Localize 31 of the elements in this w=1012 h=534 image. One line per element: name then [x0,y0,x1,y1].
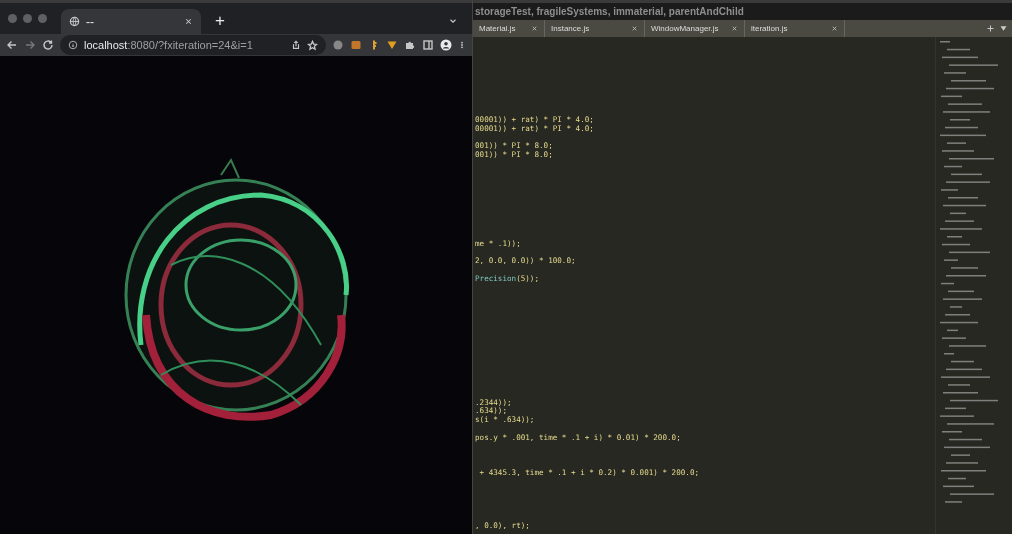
close-icon[interactable] [184,17,193,26]
editor-title: storageTest, fragileSystems, immaterial, parentAndChild [473,0,1012,20]
side-panel-icon[interactable] [422,39,434,51]
file-tab[interactable]: WindowManager.js [645,20,745,37]
caret-down-icon[interactable] [999,24,1008,33]
close-icon[interactable] [831,25,838,32]
info-icon[interactable] [68,40,78,50]
reload-icon[interactable] [42,39,54,51]
window-zoom-dot[interactable] [38,14,47,23]
browser-tab[interactable]: -- [61,9,201,34]
window-minimize-dot[interactable] [23,14,32,23]
star-icon[interactable] [307,39,318,51]
new-tab-button[interactable]: + [211,11,229,31]
close-icon[interactable] [631,25,638,32]
file-tab[interactable]: Material.js [473,20,545,37]
circle-extension-icon[interactable] [332,39,344,51]
globe-icon [69,16,80,27]
file-tab[interactable]: iteration.js [745,20,845,37]
file-tab[interactable]: Instance.js [545,20,645,37]
close-icon[interactable] [731,25,738,32]
menu-icon[interactable] [458,39,466,51]
triangle-extension-icon[interactable] [386,39,398,51]
puzzle-icon[interactable] [404,39,416,51]
profile-icon[interactable] [440,39,452,51]
address-bar[interactable]: localhost:8080/?fxiteration=24&i=1 [60,35,326,55]
forward-arrow-icon[interactable] [24,39,36,51]
plus-icon[interactable] [986,24,995,33]
back-arrow-icon[interactable] [6,39,18,51]
window-close-dot[interactable] [8,14,17,23]
close-icon[interactable] [531,25,538,32]
share-icon[interactable] [291,40,301,50]
